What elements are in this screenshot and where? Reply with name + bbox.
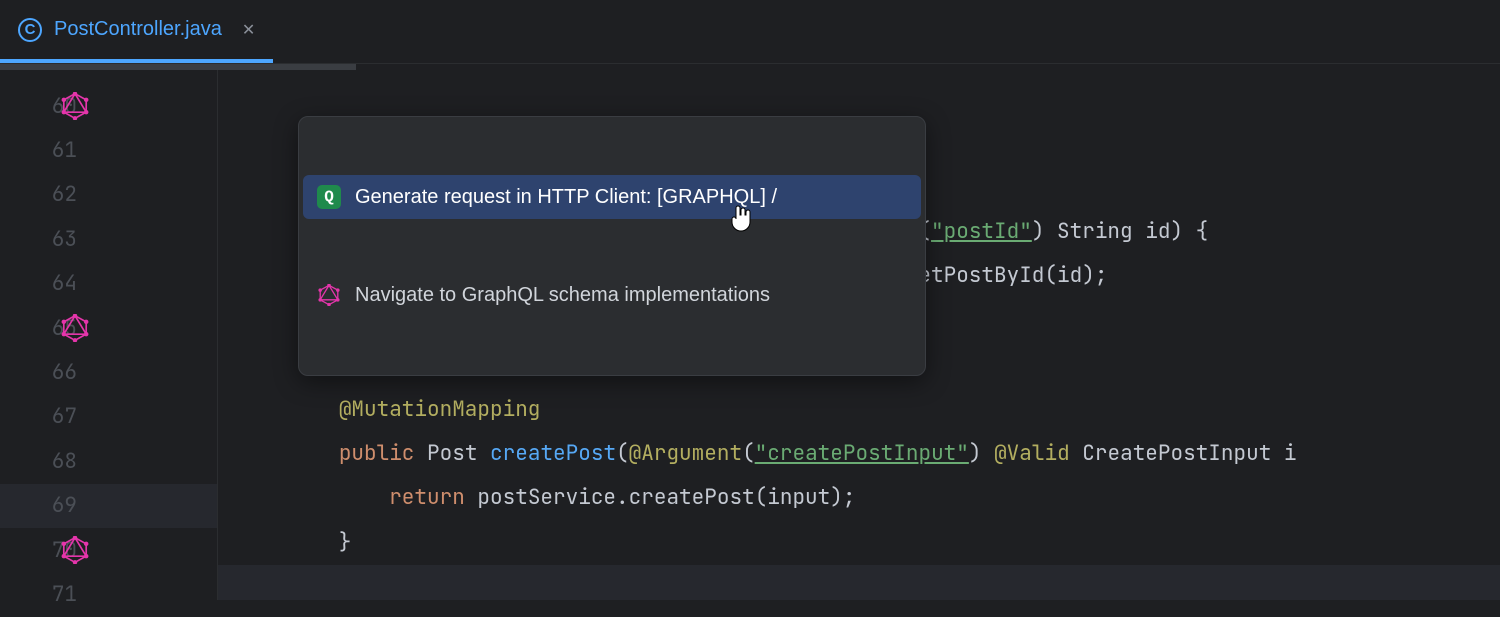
popup-item-generate-request[interactable]: Q Generate request in HTTP Client: [GRAP… xyxy=(303,175,921,219)
graphql-gutter-icon[interactable] xyxy=(60,313,90,343)
gutter-row[interactable]: 65 xyxy=(0,306,217,350)
graphql-gutter-icon[interactable] xyxy=(60,91,90,121)
graphql-gutter-icon[interactable] xyxy=(60,535,90,565)
gutter-row[interactable]: 70 xyxy=(0,528,217,572)
close-tab-icon[interactable]: ✕ xyxy=(242,20,255,40)
popup-item-navigate-schema[interactable]: Navigate to GraphQL schema implementatio… xyxy=(303,273,921,317)
editor: 606162636465666768697071 @QueryMapping m… xyxy=(0,70,1500,600)
code-line[interactable]: return postService.createPost(input); xyxy=(218,476,1500,520)
line-number: 67 xyxy=(52,403,77,430)
code-line[interactable]: public Post createPost(@Argument("create… xyxy=(218,431,1500,475)
gutter-row[interactable]: 67 xyxy=(0,395,217,439)
line-number: 66 xyxy=(52,359,77,386)
java-class-icon: C xyxy=(18,18,42,42)
intention-popup: Q Generate request in HTTP Client: [GRAP… xyxy=(298,116,926,376)
line-number: 62 xyxy=(52,181,77,208)
line-number: 71 xyxy=(52,581,77,608)
gutter-row[interactable]: 61 xyxy=(0,128,217,172)
line-number: 64 xyxy=(52,270,77,297)
popup-item-label: Navigate to GraphQL schema implementatio… xyxy=(355,284,770,307)
code-line[interactable]: } xyxy=(218,520,1500,564)
line-number: 69 xyxy=(52,492,77,519)
code-line[interactable]: @MutationMapping xyxy=(218,387,1500,431)
gutter-row[interactable]: 64 xyxy=(0,262,217,306)
gutter-row[interactable]: 62 xyxy=(0,173,217,217)
http-client-icon: Q xyxy=(317,185,341,209)
tab-postcontroller[interactable]: C PostController.java ✕ xyxy=(0,0,273,63)
graphql-icon xyxy=(317,283,341,307)
gutter-row[interactable]: 71 xyxy=(0,572,217,616)
gutter-row[interactable]: 69 xyxy=(0,484,217,528)
mouse-cursor-icon xyxy=(627,166,754,279)
line-number: 63 xyxy=(52,226,77,253)
line-number: 68 xyxy=(52,448,77,475)
tab-title: PostController.java xyxy=(54,18,222,41)
gutter-row[interactable]: 60 xyxy=(0,84,217,128)
gutter-row[interactable]: 63 xyxy=(0,217,217,261)
tab-bar: C PostController.java ✕ xyxy=(0,0,1500,64)
gutter: 606162636465666768697071 xyxy=(0,70,218,600)
code-area[interactable]: @QueryMapping ment("postId") String id) … xyxy=(218,70,1500,600)
gutter-row[interactable]: 68 xyxy=(0,439,217,483)
line-number: 61 xyxy=(52,137,77,164)
code-line[interactable] xyxy=(218,565,1500,600)
gutter-row[interactable]: 66 xyxy=(0,350,217,394)
